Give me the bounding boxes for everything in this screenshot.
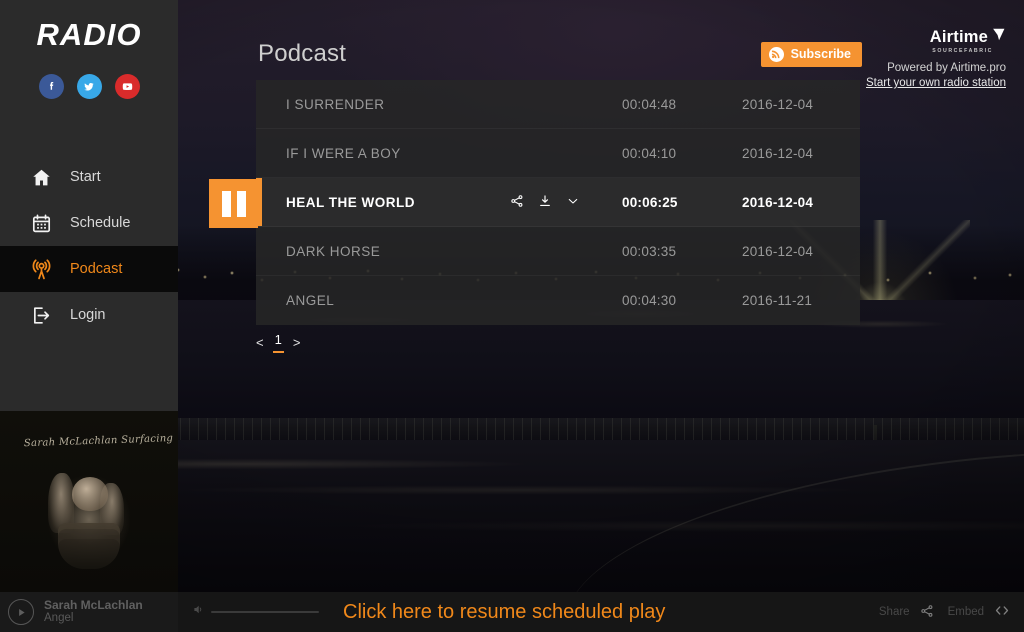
sidebar-item-label: Schedule	[70, 215, 130, 231]
now-playing-artist: Sarah McLachlan	[44, 598, 143, 612]
episode-date: 2016-11-21	[742, 293, 860, 308]
calendar-icon	[28, 210, 54, 236]
rss-icon	[769, 47, 784, 62]
airtime-sub-brand: SOURCEFABRIC	[866, 48, 993, 54]
table-row[interactable]: ANGEL 00:04:30 2016-11-21	[256, 276, 860, 325]
table-row[interactable]: IF I WERE A BOY 00:04:10 2016-12-04	[256, 129, 860, 178]
episode-date: 2016-12-04	[742, 244, 860, 259]
sidebar-item-schedule[interactable]: Schedule	[0, 200, 178, 246]
sidebar-item-label: Podcast	[70, 261, 122, 277]
share-label: Share	[879, 606, 910, 618]
sidebar-item-login[interactable]: Login	[0, 292, 178, 338]
page-title: Podcast	[258, 40, 346, 68]
sidebar-item-label: Start	[70, 169, 101, 185]
station-logo[interactable]: RADIO	[0, 0, 178, 62]
pause-bar-left	[222, 191, 231, 217]
podcast-episode-list: I SURRENDER 00:04:48 2016-12-04 IF I WER…	[256, 80, 860, 325]
volume-slider[interactable]	[211, 611, 319, 613]
episode-date: 2016-12-04	[742, 97, 860, 112]
social-links	[0, 74, 178, 99]
episode-title: I SURRENDER	[256, 97, 510, 112]
pause-button[interactable]	[209, 179, 258, 228]
now-playing-title: Angel	[44, 612, 143, 626]
player-bar-actions: Share Embed	[879, 604, 1010, 621]
player-bar: Click here to resume scheduled play Shar…	[178, 592, 1024, 632]
sidebar: RADIO Start	[0, 0, 178, 632]
episode-date: 2016-12-04	[742, 195, 860, 210]
episode-duration: 00:04:48	[622, 97, 742, 112]
airtime-brand-text: Airtime	[930, 28, 988, 47]
sidebar-nav: Start Schedule	[0, 154, 178, 338]
code-brackets-icon[interactable]	[994, 604, 1010, 620]
pagination-prev[interactable]: <	[256, 335, 264, 350]
embed-label: Embed	[948, 606, 984, 618]
airtime-arrow-icon	[991, 28, 1006, 41]
start-radio-station-link[interactable]: Start your own radio station	[866, 77, 1006, 89]
airtime-logo: Airtime	[866, 28, 1006, 47]
embed-button[interactable]: Embed	[948, 604, 1010, 620]
episode-duration: 00:03:35	[622, 244, 742, 259]
episode-date: 2016-12-04	[742, 146, 860, 161]
sidebar-item-podcast[interactable]: Podcast	[0, 246, 178, 292]
main-content: Podcast Subscribe I SURRENDER 00:04:48 2…	[178, 0, 1024, 632]
episode-duration: 00:06:25	[622, 195, 742, 210]
pagination-next[interactable]: >	[293, 335, 301, 350]
resume-scheduled-play-link[interactable]: Click here to resume scheduled play	[343, 601, 665, 624]
chevron-down-icon[interactable]	[566, 194, 580, 211]
sidebar-item-start[interactable]: Start	[0, 154, 178, 200]
share-icon[interactable]	[510, 194, 524, 211]
sidebar-item-label: Login	[70, 307, 105, 323]
pagination: < 1 >	[256, 332, 300, 353]
subscribe-label: Subscribe	[791, 47, 851, 61]
album-artwork: Sarah McLachlan Surfacing	[0, 411, 178, 592]
episode-title: IF I WERE A BOY	[256, 146, 510, 161]
episode-duration: 00:04:10	[622, 146, 742, 161]
share-icon[interactable]	[920, 604, 934, 621]
home-icon	[28, 164, 54, 190]
broadcast-icon	[28, 256, 54, 282]
now-playing-panel[interactable]: Sarah McLachlan Angel	[0, 592, 178, 632]
album-artwork-figure	[58, 523, 120, 569]
powered-by-text: Powered by Airtime.pro	[866, 62, 1006, 74]
play-icon[interactable]	[8, 599, 34, 625]
episode-title: DARK HORSE	[256, 244, 510, 259]
table-row[interactable]: I SURRENDER 00:04:48 2016-12-04	[256, 80, 860, 129]
now-playing-text: Sarah McLachlan Angel	[44, 598, 143, 626]
episode-duration: 00:04:30	[622, 293, 742, 308]
facebook-icon[interactable]	[39, 74, 64, 99]
volume-control[interactable]	[192, 603, 319, 621]
pagination-page-1[interactable]: 1	[273, 332, 284, 353]
episode-title: ANGEL	[256, 293, 510, 308]
table-row-selected[interactable]: HEAL THE WORLD	[256, 178, 860, 227]
twitter-icon[interactable]	[77, 74, 102, 99]
pause-bar-right	[237, 191, 246, 217]
youtube-icon[interactable]	[115, 74, 140, 99]
episode-title: HEAL THE WORLD	[256, 195, 510, 210]
radio-station-page: RADIO Start	[0, 0, 1024, 632]
album-artwork-figure	[72, 477, 108, 511]
login-icon	[28, 302, 54, 328]
table-row[interactable]: DARK HORSE 00:03:35 2016-12-04	[256, 227, 860, 276]
share-button[interactable]: Share	[879, 604, 934, 621]
speaker-icon[interactable]	[192, 603, 205, 621]
subscribe-button[interactable]: Subscribe	[761, 42, 862, 67]
attribution: Airtime SOURCEFABRIC Powered by Airtime.…	[866, 28, 1006, 89]
download-icon[interactable]	[538, 194, 552, 211]
episode-actions	[510, 194, 622, 211]
page-header: Podcast Subscribe	[258, 40, 862, 68]
